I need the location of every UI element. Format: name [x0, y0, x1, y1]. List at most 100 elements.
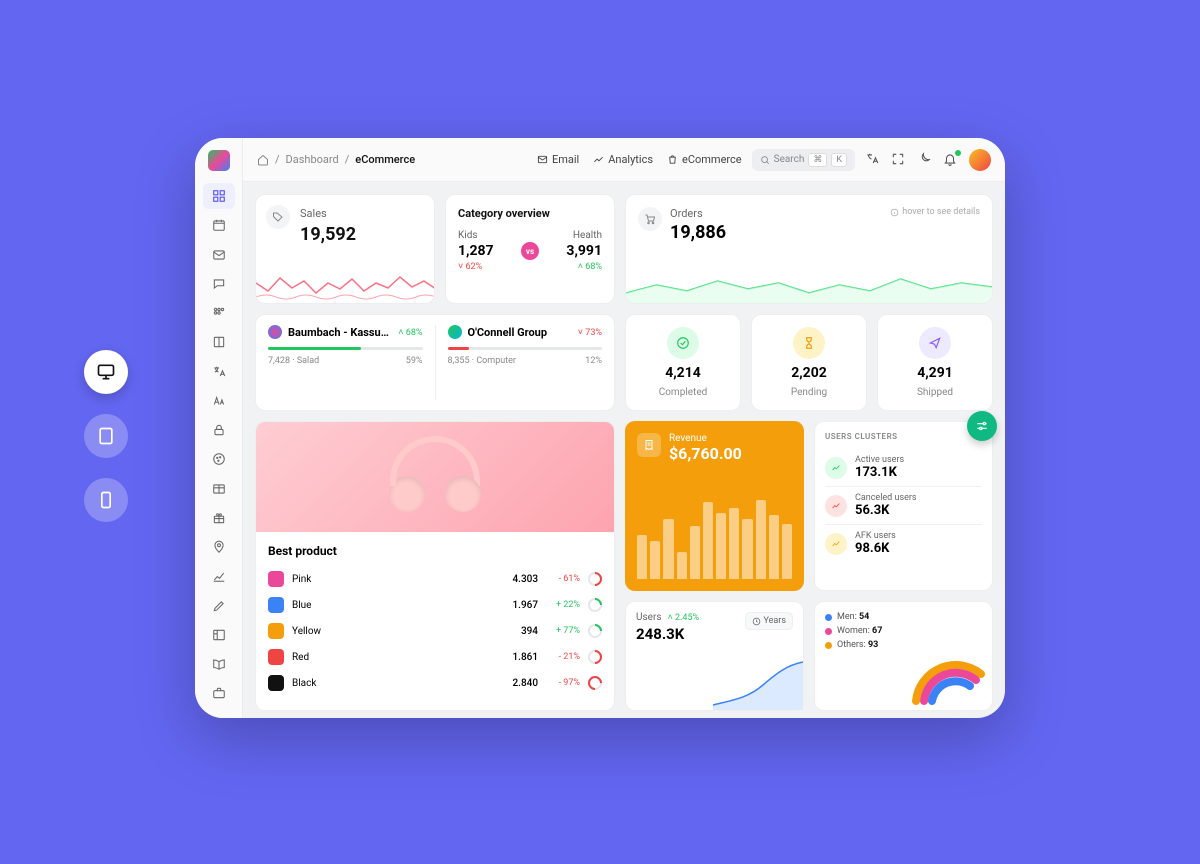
- search-input[interactable]: Search ⌘ K: [752, 149, 855, 171]
- receipt-icon: [643, 439, 655, 451]
- app-frame: / Dashboard / eCommerce Email Analytics …: [195, 138, 1005, 718]
- product-row[interactable]: Yellow 394 + 77%: [268, 618, 602, 644]
- kbd-cmd: ⌘: [808, 153, 827, 167]
- tab-email[interactable]: Email: [537, 153, 579, 166]
- card-sales: Sales 19,592: [255, 194, 435, 304]
- product-row[interactable]: Blue 1.967 + 22%: [268, 592, 602, 618]
- users-area-chart: [713, 660, 803, 710]
- product-row[interactable]: Red 1.861 - 21%: [268, 644, 602, 670]
- nav-book[interactable]: [203, 330, 235, 355]
- settings-fab[interactable]: [967, 411, 997, 441]
- chart-icon: [212, 569, 226, 583]
- headphones-icon: [375, 432, 495, 522]
- nav-apps[interactable]: [203, 300, 235, 325]
- kbd-k: K: [831, 153, 847, 167]
- open-book-icon: [212, 657, 226, 671]
- card-best-product: Best product Pink 4.303 - 61% Blue 1.967…: [255, 421, 615, 711]
- best-product-title: Best product: [268, 544, 602, 558]
- translate-icon: [212, 365, 226, 379]
- user-avatar[interactable]: [969, 149, 991, 171]
- map-pin-icon: [212, 540, 226, 554]
- chat-icon: [212, 277, 226, 291]
- mail-icon: [537, 154, 548, 165]
- nav-gift[interactable]: [203, 505, 235, 530]
- nav-cookie[interactable]: [203, 447, 235, 472]
- crumb-dashboard[interactable]: Dashboard: [286, 153, 339, 166]
- tab-analytics[interactable]: Analytics: [593, 153, 653, 166]
- progress-ring-icon: [588, 572, 602, 586]
- card-users: Users ˄ 2.45% 248.3K Years: [625, 601, 804, 711]
- nav-docs[interactable]: [203, 651, 235, 676]
- status-completed[interactable]: 4,214 Completed: [625, 314, 741, 411]
- product-row[interactable]: Black 2.840 - 97%: [268, 670, 602, 696]
- progress-ring-icon: [588, 650, 602, 664]
- sales-sparkline: [256, 263, 435, 303]
- nav-calendar[interactable]: [203, 213, 235, 238]
- status-shipped[interactable]: 4,291 Shipped: [877, 314, 993, 411]
- card-companies: Baumbach - Kassu… ˄ 68% 7,428 · Salad59%…: [255, 314, 615, 411]
- orders-sparkline: [626, 263, 992, 303]
- revenue-icon-wrap: [637, 433, 661, 457]
- logo-icon[interactable]: [208, 150, 230, 171]
- progress-ring-icon: [588, 624, 602, 638]
- nav-briefcase[interactable]: [203, 681, 235, 706]
- book-icon: [212, 335, 226, 349]
- nav-lock[interactable]: [203, 417, 235, 442]
- nav-chat[interactable]: [203, 271, 235, 296]
- users-label: Users: [636, 612, 662, 623]
- fullscreen-button[interactable]: [891, 152, 907, 168]
- card-category: Category overview Kids 1,287 ˅ 62% vs He…: [445, 194, 615, 304]
- nav-translate[interactable]: [203, 359, 235, 384]
- product-row[interactable]: Pink 4.303 - 61%: [268, 566, 602, 592]
- status-pending[interactable]: 2,202 Pending: [751, 314, 867, 411]
- layout-icon: [212, 628, 226, 642]
- hourglass-icon: [802, 336, 816, 350]
- mail-icon: [212, 248, 226, 262]
- nav-mail[interactable]: [203, 242, 235, 267]
- info-icon: [890, 208, 899, 217]
- apps-icon: [212, 306, 226, 320]
- pencil-icon: [212, 599, 226, 613]
- cookie-icon: [212, 452, 226, 466]
- cat-left-delta: ˅ 62%: [458, 261, 494, 272]
- company-dot-icon: [448, 325, 462, 339]
- cluster-item[interactable]: Active users173.1K: [825, 449, 982, 487]
- phone-icon: [96, 490, 116, 510]
- tab-ecommerce[interactable]: eCommerce: [667, 153, 742, 166]
- topbar: / Dashboard / eCommerce Email Analytics …: [243, 138, 1005, 182]
- cart-icon: [644, 213, 656, 225]
- calendar-icon: [212, 218, 226, 232]
- nav-typography[interactable]: [203, 388, 235, 413]
- users-range-select[interactable]: Years: [745, 612, 793, 630]
- nav-edit[interactable]: [203, 593, 235, 618]
- nav-layout[interactable]: [203, 622, 235, 647]
- gender-legend-item: Men: 54: [825, 612, 982, 622]
- sliders-icon: [975, 419, 989, 433]
- cluster-item[interactable]: Canceled users56.3K: [825, 487, 982, 525]
- notification-dot-icon: [955, 150, 961, 156]
- breadcrumb: / Dashboard / eCommerce: [257, 153, 527, 166]
- company-row[interactable]: Baumbach - Kassu… ˄ 68% 7,428 · Salad59%: [268, 325, 423, 400]
- orders-hint: hover to see details: [890, 207, 980, 217]
- nav-chart[interactable]: [203, 564, 235, 589]
- home-icon[interactable]: [257, 154, 269, 166]
- device-desktop-button[interactable]: [84, 350, 128, 394]
- progress-ring-icon: [588, 598, 602, 612]
- language-button[interactable]: [865, 152, 881, 168]
- nav-dashboard[interactable]: [203, 183, 235, 208]
- theme-button[interactable]: [917, 152, 933, 168]
- color-swatch: [268, 623, 284, 639]
- card-clusters: Users Clusters Active users173.1K Cancel…: [814, 421, 993, 591]
- device-tablet-button[interactable]: [84, 414, 128, 458]
- cluster-item[interactable]: AFK users98.6K: [825, 525, 982, 562]
- type-icon: [212, 394, 226, 408]
- nav-table[interactable]: [203, 476, 235, 501]
- gender-arc-chart: [906, 646, 986, 706]
- nav-map[interactable]: [203, 534, 235, 559]
- notifications-button[interactable]: [943, 152, 959, 168]
- company-row[interactable]: O'Connell Group ˅ 73% 8,355 · Computer12…: [435, 325, 603, 400]
- orders-label: Orders: [670, 207, 726, 220]
- orders-icon-wrap: [638, 207, 662, 231]
- device-phone-button[interactable]: [84, 478, 128, 522]
- device-switcher: [84, 350, 128, 522]
